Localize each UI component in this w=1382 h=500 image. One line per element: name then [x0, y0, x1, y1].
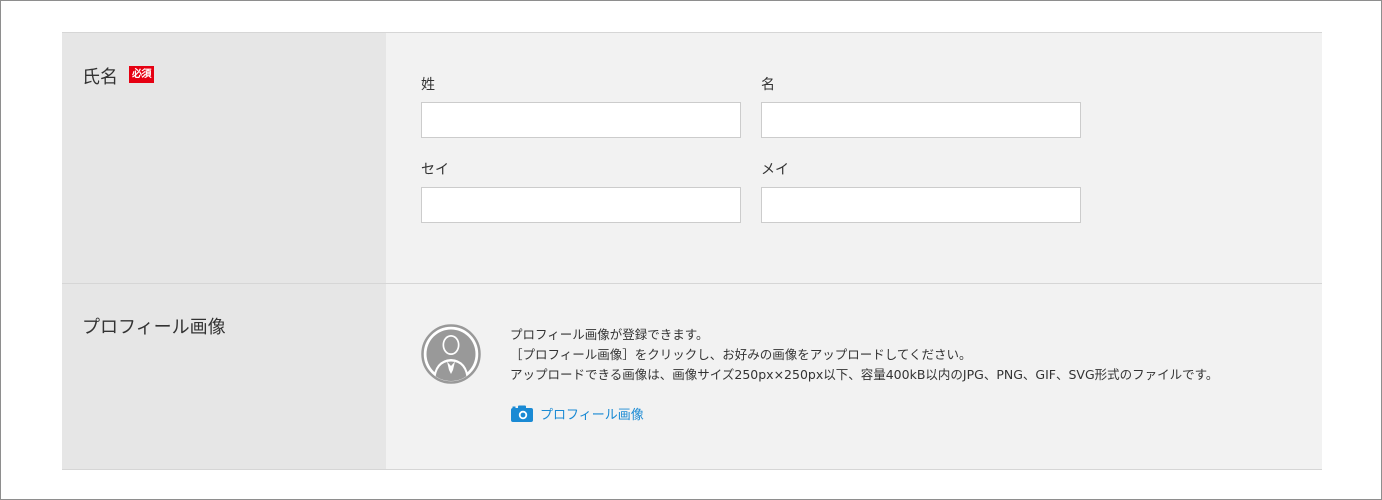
profile-image-link-label: プロフィール画像 — [540, 408, 644, 423]
profile-image-description: プロフィール画像が登録できます。 ［プロフィール画像］をクリックし、お好みの画像… — [510, 325, 1218, 385]
person-avatar-icon — [421, 324, 481, 384]
last-name-field: 姓 — [421, 77, 741, 138]
profile-image-label: プロフィール画像 — [82, 317, 226, 338]
profile-image-row: プロフィール画像 プロフィール画像が登録できます。 ［プロフィール画像］をクリッ… — [62, 284, 1322, 470]
first-name-field: 名 — [761, 77, 1081, 138]
first-name-kana-label: メイ — [761, 162, 789, 178]
description-line: ［プロフィール画像］をクリックし、お好みの画像をアップロードしてください。 — [510, 347, 972, 362]
last-name-input[interactable] — [421, 102, 741, 138]
last-name-kana-input[interactable] — [421, 187, 741, 223]
last-name-kana-label: セイ — [421, 162, 449, 178]
last-name-label: 姓 — [421, 77, 435, 93]
profile-image-label-cell: プロフィール画像 — [62, 284, 386, 469]
profile-image-upload-link[interactable]: プロフィール画像 — [511, 404, 644, 423]
registration-form: 氏名 必須 姓 名 セイ メイ プロフィール画像 プロフィール画像が登録できます… — [62, 32, 1322, 470]
name-value-cell: 姓 名 セイ メイ — [386, 33, 1322, 283]
required-badge: 必須 — [129, 66, 154, 83]
page-frame: 氏名 必須 姓 名 セイ メイ プロフィール画像 プロフィール画像が登録できます… — [0, 0, 1382, 500]
camera-icon — [511, 405, 533, 422]
first-name-kana-field: メイ — [761, 162, 1081, 223]
first-name-input[interactable] — [761, 102, 1081, 138]
description-line: プロフィール画像が登録できます。 — [510, 327, 709, 342]
description-line: アップロードできる画像は、画像サイズ250px×250px以下、容量400kB以… — [510, 367, 1219, 382]
profile-image-value-cell: プロフィール画像が登録できます。 ［プロフィール画像］をクリックし、お好みの画像… — [386, 284, 1322, 469]
name-label-cell: 氏名 必須 — [62, 33, 386, 283]
first-name-kana-input[interactable] — [761, 187, 1081, 223]
first-name-label: 名 — [761, 77, 775, 93]
name-label: 氏名 — [82, 67, 118, 88]
name-row: 氏名 必須 姓 名 セイ メイ — [62, 33, 1322, 284]
last-name-kana-field: セイ — [421, 162, 741, 223]
